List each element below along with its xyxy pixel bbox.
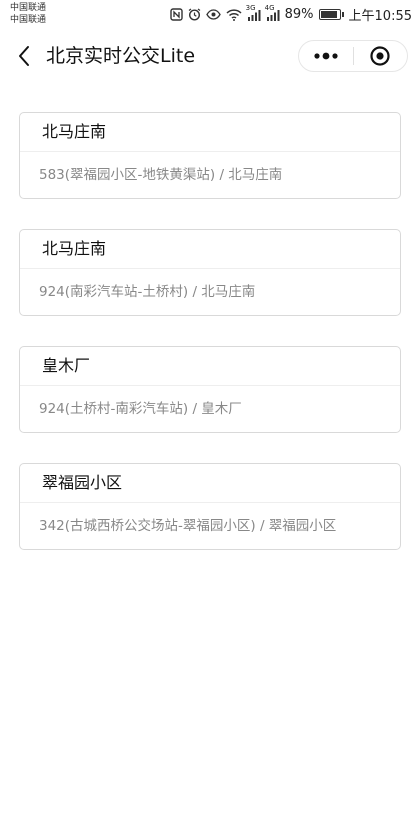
- battery-percent: 89%: [284, 7, 314, 22]
- target-circle-icon: [370, 46, 390, 66]
- alarm-icon: [188, 8, 201, 21]
- stop-card[interactable]: 皇木厂 924(土桥村-南彩汽车站) / 皇木厂: [19, 346, 401, 433]
- route-info: 924(南彩汽车站-土桥村) / 北马庄南: [39, 284, 256, 300]
- eye-icon: [205, 9, 221, 20]
- nav-bar: 北京实时公交Lite: [0, 28, 420, 84]
- network-type-2: 4G: [264, 3, 275, 12]
- mini-program-capsule: [298, 40, 408, 72]
- page-title: 北京实时公交Lite: [46, 45, 196, 67]
- carrier-1: 中国联通: [10, 3, 47, 13]
- stop-list: 北马庄南 583(翠福园小区-地铁黄渠站) / 北马庄南 北马庄南 924(南彩…: [19, 112, 401, 580]
- carrier-2: 中国联通: [10, 15, 47, 25]
- wifi-icon: [226, 8, 242, 21]
- network-type-1: 3G: [245, 3, 256, 12]
- route-info: 342(古城西桥公交场站-翠福园小区) / 翠福园小区: [39, 518, 337, 534]
- back-button[interactable]: [12, 41, 36, 71]
- more-dots-icon: [314, 52, 338, 60]
- battery-icon: [318, 9, 344, 20]
- stop-name: 翠福园小区: [20, 464, 400, 503]
- stop-name: 北马庄南: [20, 113, 400, 152]
- route-info: 924(土桥村-南彩汽车站) / 皇木厂: [39, 401, 242, 417]
- close-mini-program-button[interactable]: [354, 41, 408, 71]
- route-info: 583(翠福园小区-地铁黄渠站) / 北马庄南: [39, 167, 283, 183]
- stop-card[interactable]: 北马庄南 924(南彩汽车站-土桥村) / 北马庄南: [19, 229, 401, 316]
- status-icons: 3G 4G 89% 上午10:55: [169, 4, 412, 24]
- carrier-info: 中国联通 中国联通: [10, 2, 46, 26]
- chevron-left-icon: [19, 46, 29, 66]
- stop-card[interactable]: 翠福园小区 342(古城西桥公交场站-翠福园小区) / 翠福园小区: [19, 463, 401, 550]
- stop-name: 皇木厂: [20, 347, 400, 386]
- status-bar: 中国联通 中国联通 3G 4G 89% 上午10:55: [0, 0, 420, 28]
- nfc-icon: [169, 8, 183, 21]
- stop-card[interactable]: 北马庄南 583(翠福园小区-地铁黄渠站) / 北马庄南: [19, 112, 401, 199]
- stop-name: 北马庄南: [20, 230, 400, 269]
- signal-3g-icon: 3G: [246, 4, 261, 21]
- signal-4g-icon: 4G: [265, 4, 280, 21]
- more-button[interactable]: [299, 41, 353, 71]
- clock: 上午10:55: [348, 9, 412, 24]
